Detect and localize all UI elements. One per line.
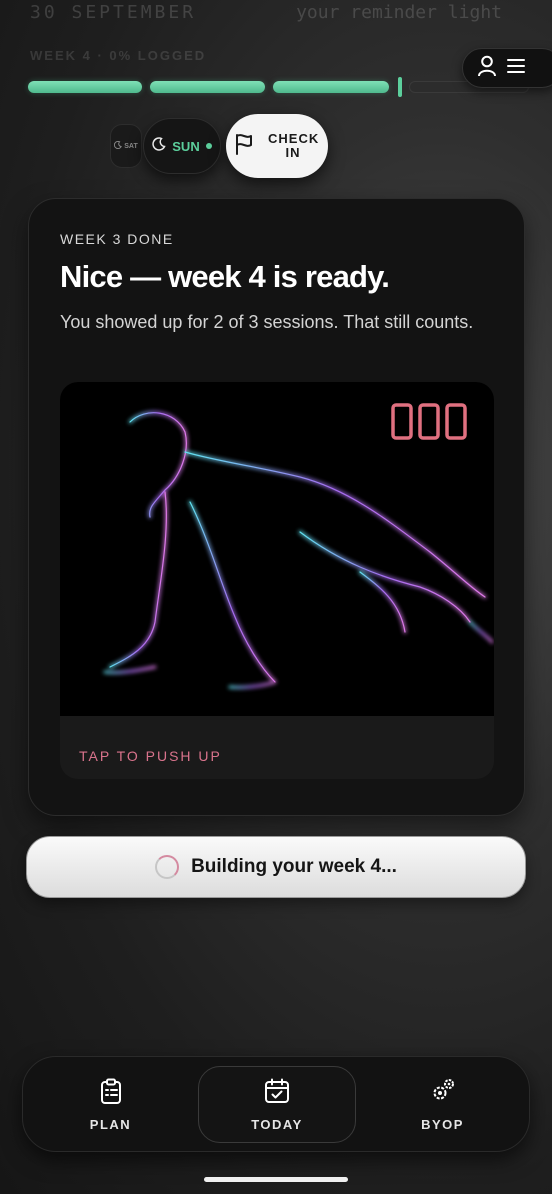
week-progress-bar <box>28 77 529 97</box>
gears-icon <box>430 1078 456 1109</box>
faded-header: 30 SEPTEMBER your reminder light <box>0 0 552 30</box>
menu-icon[interactable] <box>507 58 525 79</box>
day-chip-sun-label: SUN <box>172 138 200 154</box>
pushup-counter-value: 000 <box>390 402 392 403</box>
active-day-dot <box>205 143 212 149</box>
day-chip-sat-label: SAT <box>124 142 138 150</box>
card-headline: Nice — week 4 is ready. <box>60 259 390 294</box>
progress-week-3 <box>273 81 389 93</box>
user-icon[interactable] <box>477 55 497 82</box>
calendar-check-icon <box>264 1078 290 1109</box>
day-chip-sun[interactable]: SUN <box>143 118 221 174</box>
progress-week-2 <box>150 81 265 93</box>
pushup-counter-digits: 000 <box>390 402 467 440</box>
header-date: 30 SEPTEMBER <box>30 2 197 23</box>
flag-icon <box>234 133 254 160</box>
progress-week-1 <box>28 81 142 93</box>
nav-plan-label: PLAN <box>89 1117 132 1132</box>
card-eyebrow: WEEK 3 DONE <box>60 231 174 247</box>
bottom-nav: PLAN TODAY BYOP <box>22 1056 530 1152</box>
check-in-label: CHECK IN <box>268 131 320 160</box>
week-ready-card: WEEK 3 DONE Nice — week 4 is ready. You … <box>28 198 525 816</box>
nav-byop-label: BYOP <box>421 1117 464 1132</box>
nav-byop[interactable]: BYOP <box>375 1057 510 1153</box>
pushup-tap-area[interactable]: 000 TAP TO PUSH UP <box>60 382 494 779</box>
building-week-button[interactable]: Building your week 4... <box>26 836 526 898</box>
nav-plan[interactable]: PLAN <box>43 1057 178 1153</box>
pushup-counter: 000 <box>390 402 470 447</box>
card-subtext: You showed up for 2 of 3 sessions. That … <box>60 312 474 332</box>
home-indicator <box>204 1177 348 1182</box>
check-in-button[interactable]: CHECK IN <box>226 114 328 178</box>
nav-today-label: TODAY <box>251 1116 303 1132</box>
progress-current-marker <box>398 77 402 97</box>
loading-spinner-icon <box>155 855 180 879</box>
tap-to-push-up-label: TAP TO PUSH UP <box>79 748 222 764</box>
nav-today[interactable]: TODAY <box>198 1066 356 1143</box>
profile-menu-pill[interactable] <box>462 48 552 88</box>
moon-icon <box>114 140 123 151</box>
building-week-label: Building your week 4... <box>191 856 397 877</box>
moon-icon <box>152 136 166 156</box>
header-reminder: your reminder light <box>296 2 502 23</box>
week-logged-label: WEEK 4 · 0% LOGGED <box>30 48 207 63</box>
clipboard-icon <box>99 1078 123 1109</box>
day-chip-sat[interactable]: SAT <box>110 124 142 168</box>
